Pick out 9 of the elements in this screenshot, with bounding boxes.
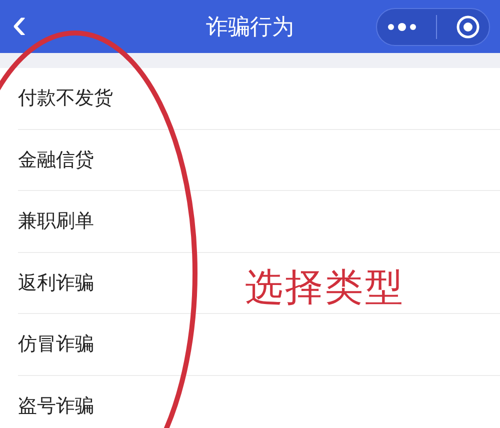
- list-item[interactable]: 仿冒诈骗: [18, 314, 500, 376]
- page-title: 诈骗行为: [206, 14, 294, 42]
- list-item[interactable]: 付款不发货: [18, 68, 500, 130]
- annotation-text: 选择类型: [245, 264, 405, 311]
- more-icon[interactable]: [386, 22, 416, 32]
- list-item[interactable]: 兼职刷单: [18, 191, 500, 252]
- list-item[interactable]: 金融信贷: [18, 130, 500, 191]
- list-item[interactable]: 盗号诈骗: [18, 376, 500, 428]
- back-button[interactable]: ‹: [2, 4, 37, 50]
